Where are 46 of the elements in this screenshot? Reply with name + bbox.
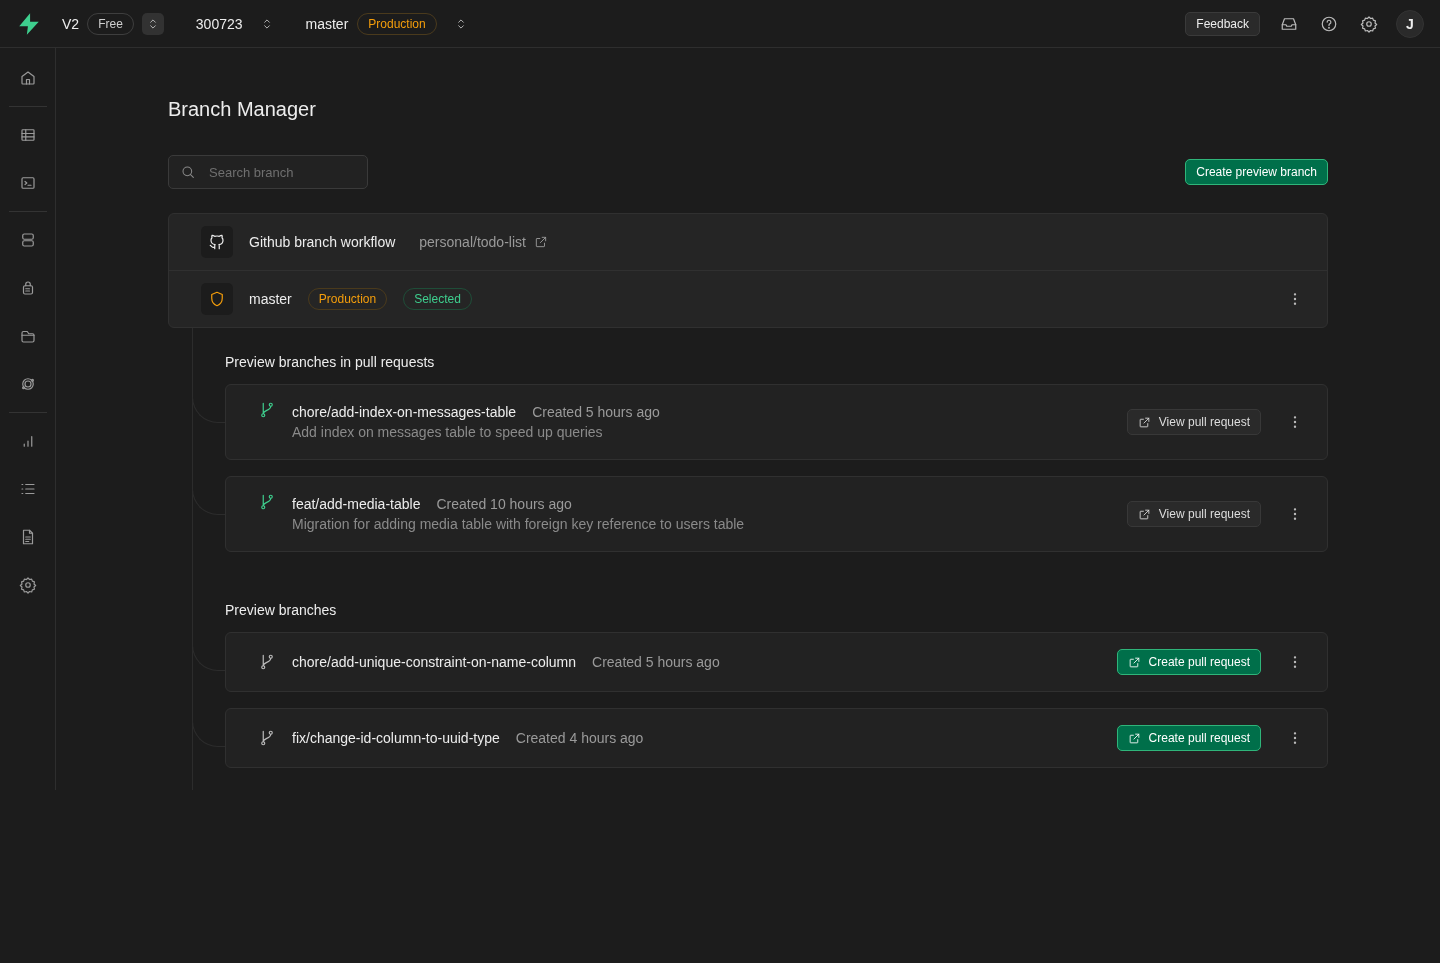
org-switcher-button[interactable] xyxy=(141,12,164,35)
create-pull-request-button[interactable]: Create pull request xyxy=(1116,649,1261,675)
external-link-icon xyxy=(1127,655,1141,669)
branch-icon xyxy=(258,401,276,419)
settings-icon xyxy=(1360,14,1378,33)
repository-link[interactable]: personal/todo-list xyxy=(419,234,548,250)
branch-description: Add index on messages table to speed up queries xyxy=(292,424,604,440)
branch-icon xyxy=(258,493,276,511)
created-time: Created 5 hours ago xyxy=(592,654,720,670)
avatar-button[interactable]: J xyxy=(1396,9,1424,38)
search-icon xyxy=(180,164,196,180)
help-icon xyxy=(1320,14,1338,33)
github-icon xyxy=(208,233,226,251)
feedback-button[interactable]: Feedback xyxy=(1185,11,1260,36)
settings-icon xyxy=(18,576,37,594)
workflow-label: Github branch workflow xyxy=(249,234,396,250)
branch-selector[interactable]: master Production xyxy=(305,12,468,35)
search-field[interactable]: Search branch xyxy=(168,155,368,189)
home-icon xyxy=(18,69,37,87)
branch-icon xyxy=(258,729,276,747)
create-preview-branch-button[interactable]: Create preview branch xyxy=(1185,159,1328,185)
created-time: Created 4 hours ago xyxy=(515,730,644,746)
view-pull-request-button[interactable]: View pull request xyxy=(1126,409,1261,435)
shield-icon xyxy=(208,290,226,308)
terminal-icon xyxy=(18,174,37,192)
branch-name: fix/change-id-column-to-uuid-type xyxy=(292,730,500,746)
created-time: Created 10 hours ago xyxy=(436,496,572,512)
section-heading: Preview branches in pull requests xyxy=(225,354,436,370)
branch-description: Migration for adding media table with foreign key reference to users table xyxy=(292,516,745,532)
created-time: Created 5 hours ago xyxy=(532,404,660,420)
page-title: Branch Manager xyxy=(168,98,317,121)
project-selector[interactable]: 300723 xyxy=(195,15,274,32)
view-pull-request-button[interactable]: View pull request xyxy=(1126,501,1261,527)
create-pull-request-button[interactable]: Create pull request xyxy=(1116,725,1261,751)
section-heading: Preview branches xyxy=(225,602,338,618)
external-link-icon xyxy=(1127,731,1141,745)
branch-name: feat/add-media-table xyxy=(292,496,421,512)
branch-name: master xyxy=(249,291,292,307)
table-icon xyxy=(18,126,37,144)
external-link-icon xyxy=(1137,415,1151,429)
external-link-icon xyxy=(533,235,548,249)
branch-name: chore/add-unique-constraint-on-name-column xyxy=(292,654,577,670)
branch-name: chore/add-index-on-messages-table xyxy=(292,404,517,420)
branch-icon xyxy=(258,653,276,671)
version-label: V2 xyxy=(62,15,80,32)
external-link-icon xyxy=(1137,507,1151,521)
